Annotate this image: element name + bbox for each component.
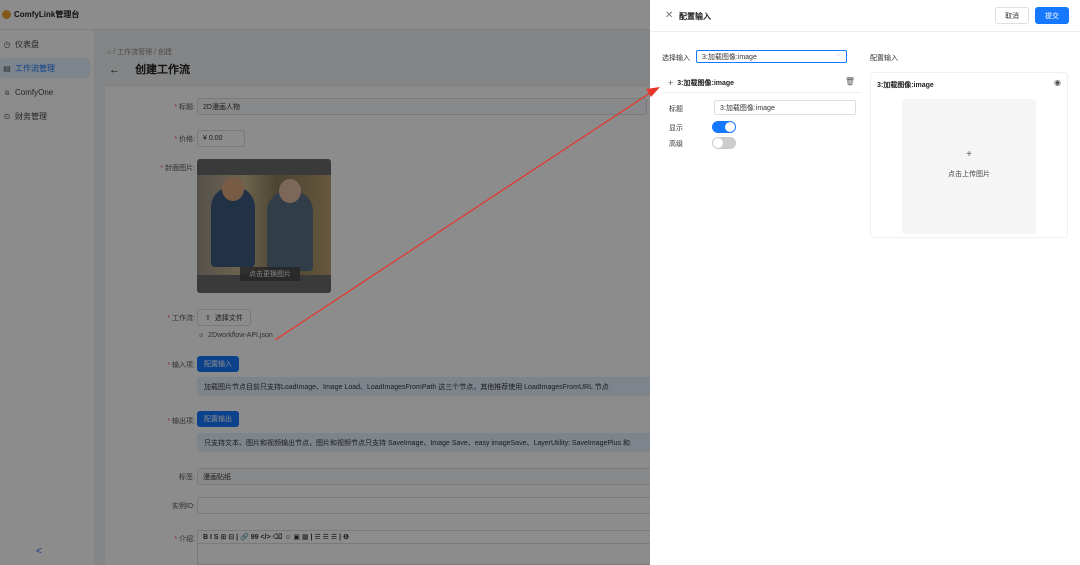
trash-icon[interactable]: 🗑: [845, 77, 855, 86]
eye-icon[interactable]: ◉: [1054, 78, 1061, 87]
show-toggle[interactable]: [712, 121, 736, 133]
advanced-label: 高级: [669, 141, 683, 148]
configure-input-drawer: ✕ 配置输入 取消 提交 选择输入 3:加载图像:image ⌵ + 3:加载图…: [650, 0, 1080, 565]
drag-handle-icon[interactable]: +: [668, 78, 673, 88]
input-config-card: + 3:加载图像:image 🗑 标题 3:加载图像:image 显示 高级: [662, 73, 861, 155]
select-input-dropdown[interactable]: 3:加载图像:image ⌵: [696, 50, 847, 63]
select-input-value: 3:加载图像:image: [702, 53, 757, 61]
upload-image-area[interactable]: + 点击上传图片: [902, 99, 1036, 234]
title-field-input[interactable]: 3:加载图像:image: [714, 100, 856, 115]
submit-button[interactable]: 提交: [1035, 7, 1069, 24]
cancel-button[interactable]: 取消: [995, 7, 1029, 24]
upload-text: 点击上传图片: [948, 171, 990, 178]
input-preview-card: 3:加载图像:image ◉ + 点击上传图片: [870, 72, 1068, 238]
show-label: 显示: [669, 125, 683, 132]
select-input-label: 选择输入: [662, 55, 690, 62]
drawer-title: 配置输入: [679, 12, 711, 21]
preview-name: 3:加载图像:image: [877, 82, 934, 89]
preview-section-label: 配置输入: [870, 55, 898, 62]
close-icon[interactable]: ✕: [665, 10, 673, 21]
input-card-name: 3:加载图像:image: [677, 79, 735, 87]
advanced-toggle[interactable]: [712, 137, 736, 149]
title-field-label: 标题: [669, 106, 683, 113]
input-card-header: + 3:加载图像:image 🗑: [662, 73, 861, 93]
drawer-header: ✕ 配置输入 取消 提交: [650, 0, 1080, 32]
upload-plus-icon: +: [966, 149, 972, 160]
chevron-down-icon: ⌵: [835, 52, 840, 58]
modal-overlay[interactable]: [0, 0, 650, 565]
